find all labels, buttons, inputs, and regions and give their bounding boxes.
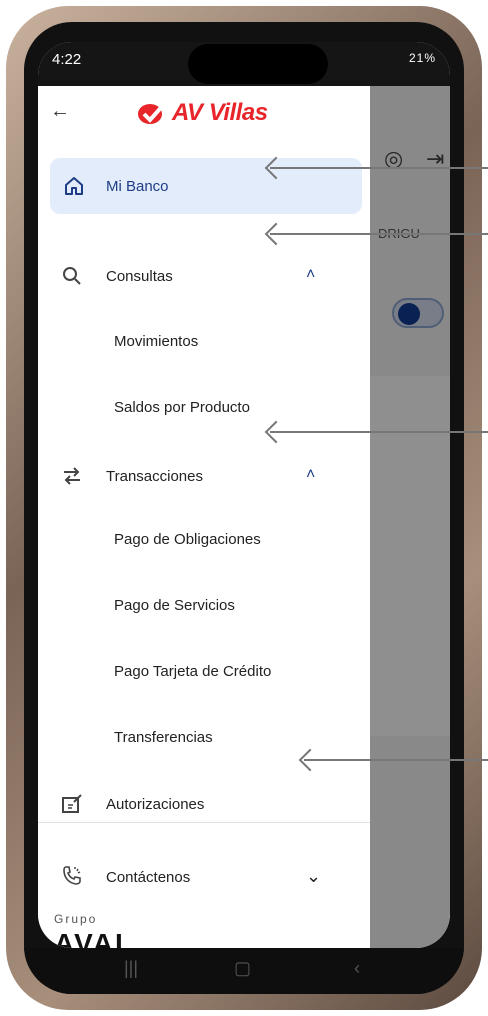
menu-item-label: Consultas [106,267,173,285]
submenu-item-transferencias[interactable]: Transferencias [114,718,213,758]
home-icon [65,177,83,195]
recent-apps-icon[interactable]: ||| [124,958,138,979]
submenu-item-movimientos[interactable]: Movimientos [114,322,198,362]
status-time: 4:22 [52,51,82,68]
menu-item-transacciones[interactable]: Transacciones ˄ [38,448,370,504]
screen: 4:22 21% ◎ ⇥ DRIGU ˄ ← [38,42,450,948]
divider [38,822,370,823]
edit-icon [62,794,82,813]
menu-item-label: Transacciones [106,467,203,485]
search-icon [63,267,81,285]
menu-item-contactenos[interactable]: Contáctenos ⌄ [38,854,370,904]
status-battery: 21% [408,51,436,65]
av-villas-mark-icon [138,100,168,124]
menu-item-label: Mi Banco [106,177,169,195]
navigation-drawer: ← AV Villas Mi Banco Consultas ˄ Movimie… [38,86,370,948]
annotation-arrow [270,167,488,169]
back-button-icon[interactable]: ‹ [354,958,360,979]
annotation-arrow [270,431,488,433]
chevron-up-icon[interactable]: ˄ [306,466,315,484]
grupo-aval-logo: AVAL [54,928,135,948]
annotation-arrow [304,759,488,761]
submenu-item-pago-servicios[interactable]: Pago de Servicios [114,586,235,626]
chevron-down-icon[interactable]: ⌄ [306,866,321,887]
grupo-label: Grupo [54,912,98,926]
camera-island [188,44,328,84]
submenu-item-pago-obligaciones[interactable]: Pago de Obligaciones [114,520,261,560]
av-villas-logo: AV Villas [136,98,268,128]
menu-item-label: Autorizaciones [106,795,205,813]
phone-frame: 4:22 21% ◎ ⇥ DRIGU ˄ ← [6,6,482,1010]
logo-text: AV Villas [172,99,268,126]
contact-label: Contáctenos [106,869,191,886]
system-nav-bar: ||| ▢ ‹ [24,948,464,994]
home-button-icon[interactable]: ▢ [234,958,251,979]
chevron-up-icon[interactable]: ˄ [306,266,315,284]
submenu-item-saldos[interactable]: Saldos por Producto [114,388,250,428]
transfer-icon [64,467,80,485]
phone-icon [63,866,81,885]
annotation-arrow [270,233,488,235]
back-arrow-icon[interactable]: ← [50,100,70,123]
submenu-item-pago-tarjeta[interactable]: Pago Tarjeta de Crédito [114,652,271,692]
menu-item-autorizaciones[interactable]: Autorizaciones [38,776,370,832]
menu-item-consultas[interactable]: Consultas ˄ [38,248,370,304]
